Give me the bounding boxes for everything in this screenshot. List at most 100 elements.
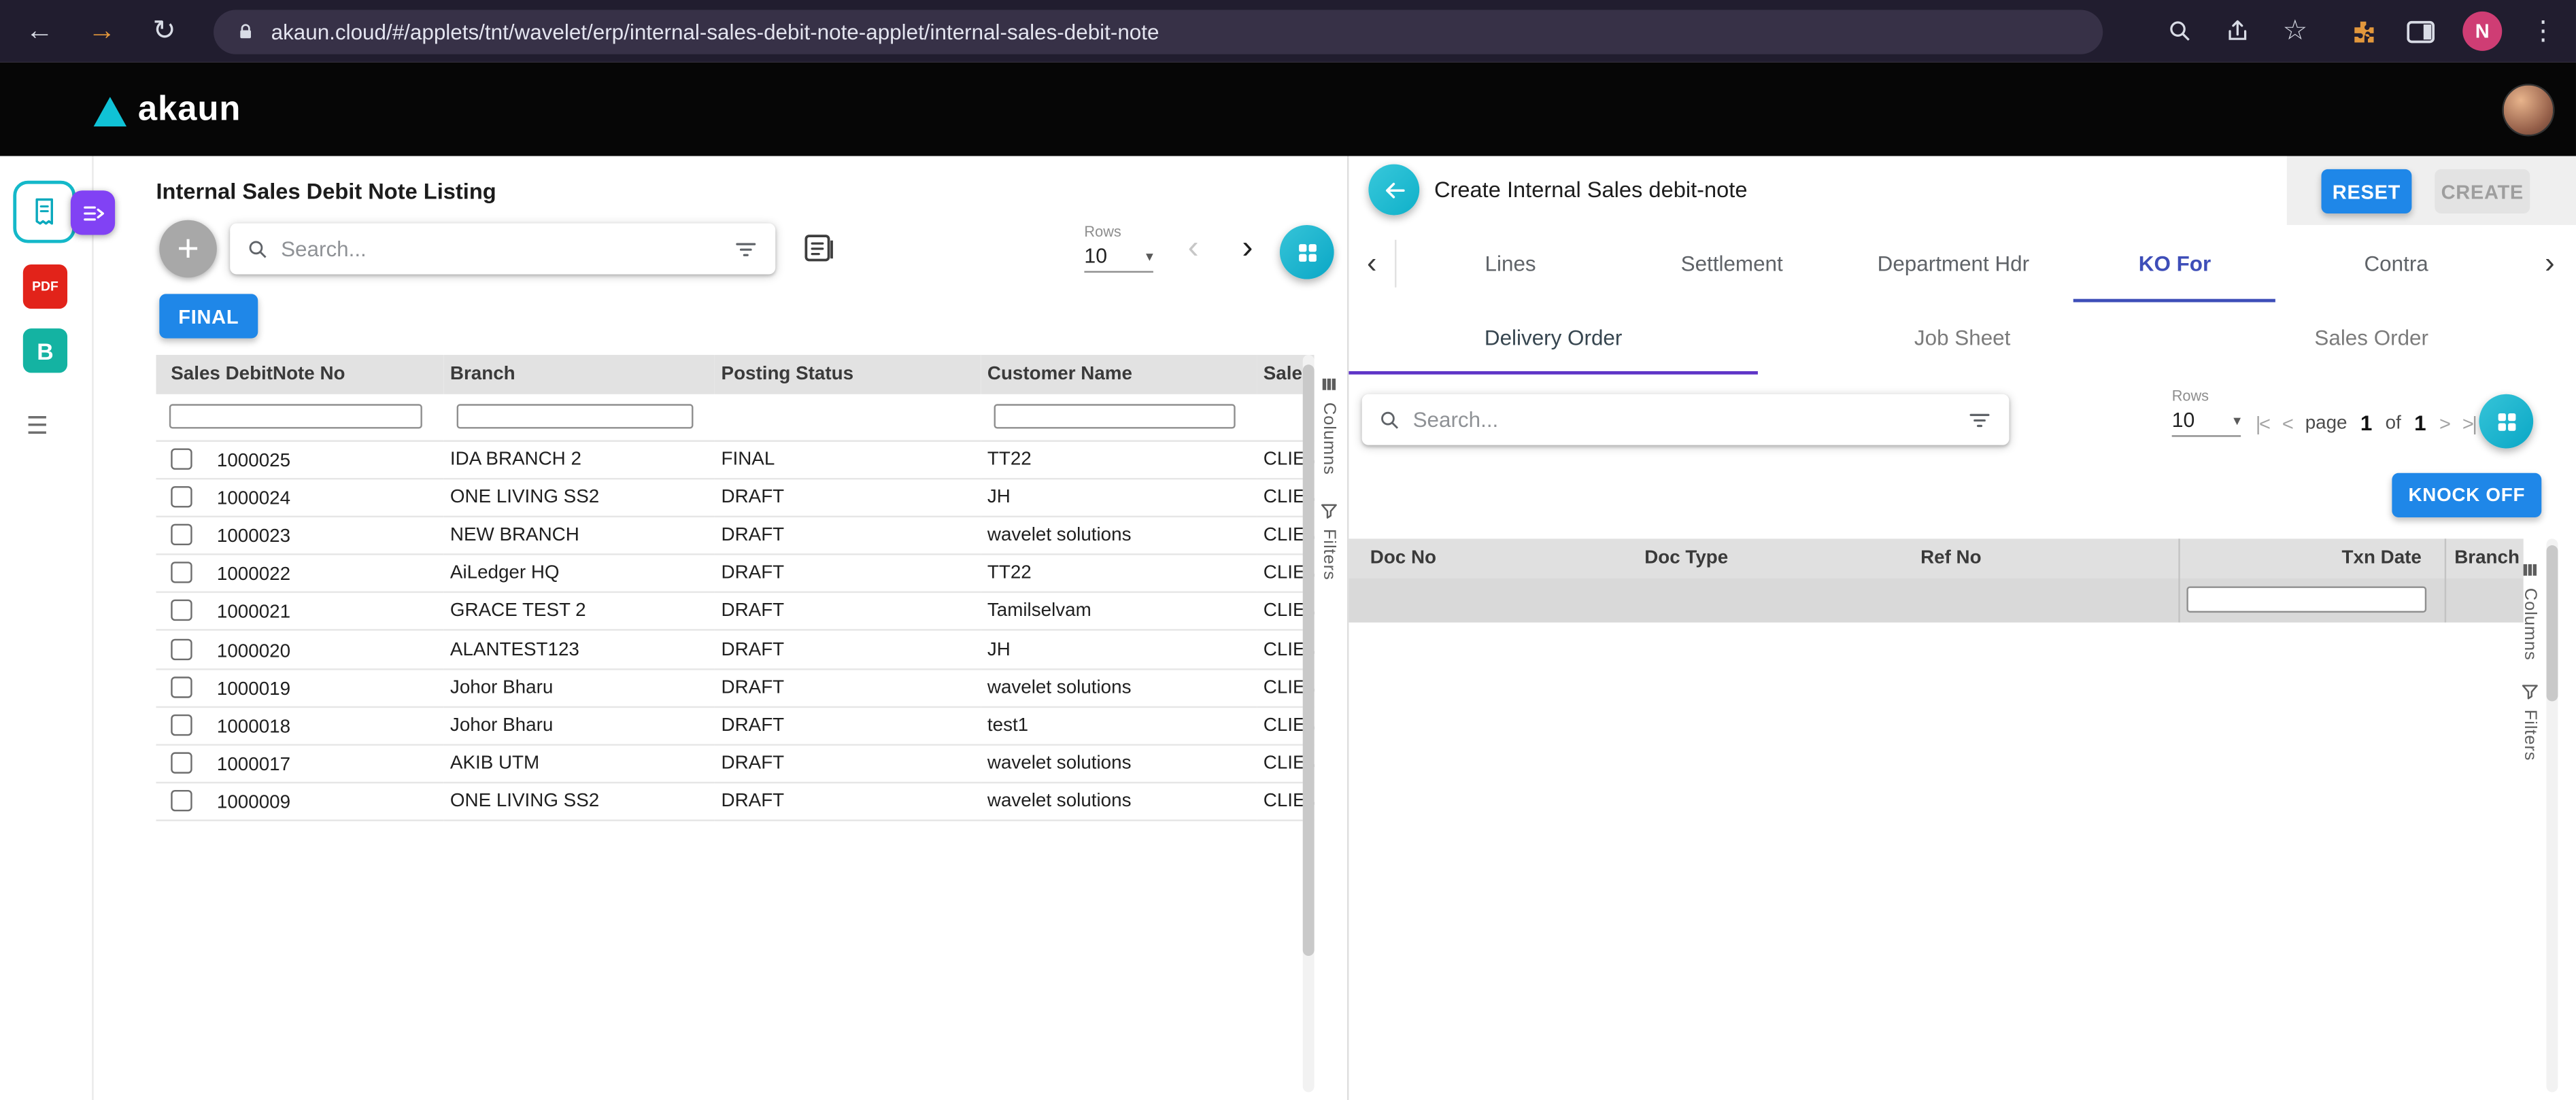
row-checkbox[interactable] (171, 562, 192, 583)
doc-search-input[interactable] (1413, 407, 1967, 432)
create-button[interactable]: CREATE (2435, 169, 2530, 213)
filters-side-tab-label: Filters (2520, 710, 2540, 761)
scrollbar-thumb[interactable] (2546, 545, 2558, 702)
table-row[interactable]: 1000020 ALANTEST123 DRAFT JH CLIENT (156, 631, 1315, 669)
extensions-puzzle-icon[interactable] (2348, 16, 2377, 46)
tab-lines[interactable]: Lines (1400, 225, 1621, 303)
tabs-scroll-left-icon[interactable]: ‹ (1367, 246, 1376, 281)
col-header-branch[interactable]: Branch (2445, 549, 2524, 568)
col-header-branch[interactable]: Branch (443, 355, 715, 394)
table-row[interactable]: 1000025 IDA BRANCH 2 FINAL TT22 CLIENT (156, 440, 1315, 478)
columns-side-tab[interactable]: Columns (1319, 375, 1339, 475)
filter-list-icon[interactable] (732, 236, 759, 262)
row-checkbox[interactable] (171, 486, 192, 507)
rows-label: Rows (1084, 224, 1174, 240)
add-button[interactable]: + (159, 220, 217, 278)
side-panel-icon[interactable] (2405, 16, 2435, 46)
row-checkbox[interactable] (171, 676, 192, 698)
user-avatar[interactable] (2502, 83, 2554, 135)
table-row[interactable]: 1000022 AiLedger HQ DRAFT TT22 CLIENT (156, 554, 1315, 592)
column-divider (2178, 538, 2180, 622)
table-row[interactable]: 1000017 AKIB UTM DRAFT wavelet solutions… (156, 745, 1315, 783)
subtab-job-sheet[interactable]: Job Sheet (1758, 303, 2167, 375)
rail-item-pdf[interactable]: PDF (23, 264, 67, 309)
reset-button[interactable]: RESET (2322, 169, 2412, 213)
row-checkbox[interactable] (171, 753, 192, 774)
cell-note-no: 1000024 (217, 489, 290, 509)
grid-view-button[interactable] (1280, 225, 1334, 279)
col-header-customer[interactable]: Customer Name (981, 355, 1257, 394)
rows-select[interactable]: 10 ▾ (1084, 245, 1153, 273)
col-header-posting-status[interactable]: Posting Status (715, 355, 981, 394)
browser-forward-icon[interactable]: → (82, 12, 122, 51)
applet-drawer-toggle[interactable] (71, 190, 115, 235)
filters-side-tab[interactable]: Filters (1319, 501, 1339, 581)
col-header-doc-no[interactable]: Doc No (1349, 549, 1625, 568)
table-row[interactable]: 1000009 ONE LIVING SS2 DRAFT wavelet sol… (156, 783, 1315, 821)
knock-off-button[interactable]: KNOCK OFF (2392, 473, 2541, 517)
filter-note-no-input[interactable] (169, 405, 422, 429)
tab-contra[interactable]: Contra (2286, 225, 2507, 303)
cell-posting-status: FINAL (715, 440, 981, 478)
table-row[interactable]: 1000023 NEW BRANCH DRAFT wavelet solutio… (156, 516, 1315, 554)
scrollbar-thumb[interactable] (1303, 364, 1315, 956)
prev-page-icon[interactable]: < (2282, 411, 2292, 434)
final-filter-button[interactable]: FINAL (159, 294, 258, 338)
listing-search-box (230, 224, 775, 275)
filter-list-icon[interactable] (1967, 407, 1993, 433)
col-header-ref-no[interactable]: Ref No (1901, 549, 2178, 568)
row-checkbox[interactable] (171, 524, 192, 545)
grid-view-button[interactable] (2479, 394, 2533, 449)
browser-reload-icon[interactable]: ↻ (145, 12, 184, 51)
filter-txn-date-input[interactable] (2186, 586, 2426, 613)
col-header-note-no[interactable]: Sales DebitNote No (156, 355, 444, 394)
col-header-doc-type[interactable]: Doc Type (1625, 549, 1901, 568)
listing-vertical-scrollbar[interactable] (1303, 355, 1315, 1093)
share-icon[interactable] (2223, 16, 2252, 46)
next-page-icon[interactable]: › (1242, 232, 1253, 264)
rail-item-bigledger[interactable]: B (23, 328, 67, 373)
search-icon[interactable] (2165, 16, 2194, 46)
rail-item-debit-note-applet[interactable] (13, 181, 75, 243)
filter-customer-input[interactable] (994, 405, 1236, 429)
first-page-icon[interactable]: |< (2256, 411, 2269, 434)
bookmark-star-icon[interactable]: ☆ (2280, 16, 2309, 46)
columns-side-tab[interactable]: Columns (2520, 560, 2540, 661)
table-row[interactable]: 1000024 ONE LIVING SS2 DRAFT JH CLIENT (156, 478, 1315, 516)
row-checkbox[interactable] (171, 638, 192, 659)
doc-vertical-scrollbar[interactable] (2546, 538, 2558, 1092)
table-row[interactable]: 1000021 GRACE TEST 2 DRAFT Tamilselvam C… (156, 592, 1315, 630)
row-checkbox[interactable] (171, 715, 192, 736)
filters-side-tab[interactable]: Filters (2520, 682, 2540, 761)
rail-item-list[interactable]: ☰ (27, 411, 49, 440)
browser-menu-icon[interactable]: ⋮ (2530, 15, 2556, 48)
browser-back-icon[interactable]: ← (20, 12, 59, 51)
total-pages: 1 (2414, 411, 2426, 435)
table-row[interactable]: 1000019 Johor Bharu DRAFT wavelet soluti… (156, 669, 1315, 707)
tab-department-hdr[interactable]: Department Hdr (1843, 225, 2065, 303)
layout-toggle-icon[interactable] (800, 230, 836, 266)
rows-select[interactable]: 10 ▾ (2172, 409, 2241, 437)
col-header-txn-date[interactable]: Txn Date (2178, 549, 2444, 568)
cell-note-no: 1000021 (217, 603, 290, 623)
tab-ko-for[interactable]: KO For (2064, 225, 2286, 303)
subtab-delivery-order[interactable]: Delivery Order (1349, 303, 1758, 375)
tabs-scroll-right-icon[interactable]: › (2545, 246, 2554, 281)
listing-search-input[interactable] (281, 237, 732, 261)
browser-profile-avatar[interactable]: N (2462, 12, 2502, 51)
filter-branch-input[interactable] (457, 405, 694, 429)
back-button[interactable] (1368, 165, 1419, 216)
subtab-sales-order[interactable]: Sales Order (2167, 303, 2576, 375)
prev-page-icon[interactable]: ‹ (1188, 232, 1199, 264)
address-bar[interactable]: akaun.cloud/#/applets/tnt/wavelet/erp/in… (214, 9, 2103, 53)
row-checkbox[interactable] (171, 448, 192, 469)
browser-chrome: ← → ↻ akaun.cloud/#/applets/tnt/wavelet/… (0, 0, 2576, 63)
row-checkbox[interactable] (171, 791, 192, 812)
row-checkbox[interactable] (171, 600, 192, 621)
next-page-icon[interactable]: > (2439, 411, 2450, 434)
app-rail: PDF B ☰ (0, 156, 94, 1100)
last-page-icon[interactable]: >| (2462, 411, 2476, 434)
tab-settlement[interactable]: Settlement (1621, 225, 1843, 303)
cell-note-no: 1000025 (217, 451, 290, 470)
table-row[interactable]: 1000018 Johor Bharu DRAFT test1 CLIENT (156, 707, 1315, 745)
